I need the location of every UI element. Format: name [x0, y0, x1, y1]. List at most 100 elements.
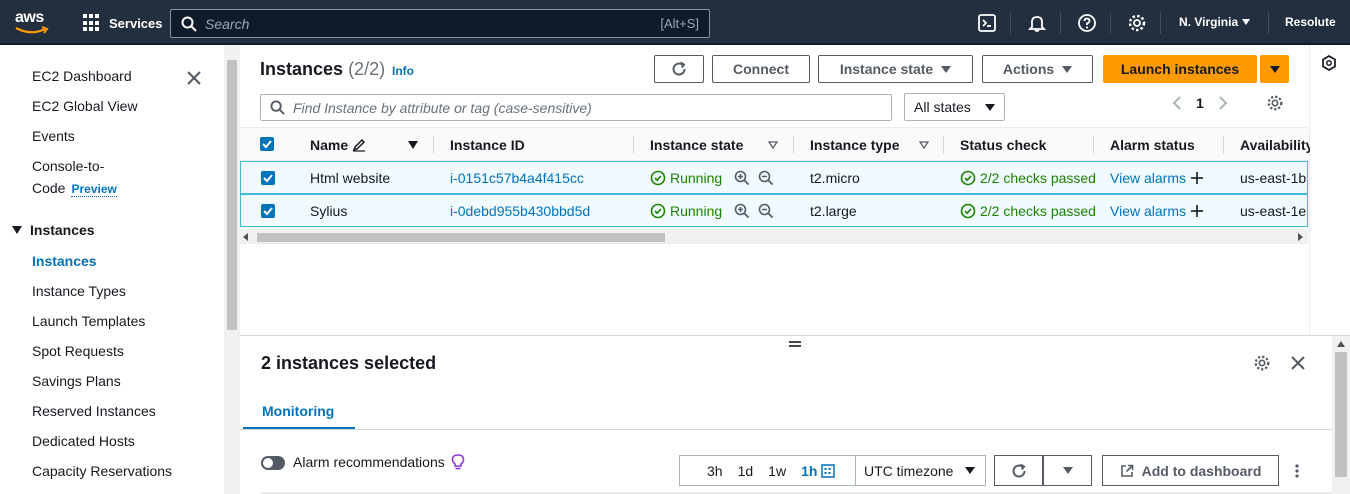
sidebar-item-capacity-reservations[interactable]: Capacity Reservations: [32, 463, 172, 479]
search-input[interactable]: [205, 15, 625, 32]
sidebar-item-ec2-global-view[interactable]: EC2 Global View: [32, 98, 138, 114]
sidebar-item-ec2-dashboard[interactable]: EC2 Dashboard: [32, 68, 132, 84]
chevron-down-icon: [1242, 19, 1251, 25]
cell-status-check: 2/2 checks passed: [960, 203, 1096, 219]
cell-alarm-status: View alarms: [1110, 203, 1204, 219]
column-header-name[interactable]: Name: [310, 137, 366, 153]
caret-down-icon: [1062, 467, 1073, 474]
cell-name: Sylius: [310, 203, 348, 219]
launch-instances-button[interactable]: Launch instances: [1103, 55, 1257, 83]
sidebar-item-reserved-instances[interactable]: Reserved Instances: [32, 403, 156, 419]
split-panel: 2 instances selected Monitoring Alarm re…: [240, 335, 1350, 494]
bell-icon[interactable]: [1027, 13, 1047, 33]
sidebar-item-code[interactable]: Code Preview: [32, 180, 117, 197]
zoom-out-icon[interactable]: [758, 170, 774, 186]
cell-status-check: 2/2 checks passed: [960, 170, 1096, 186]
filter-input[interactable]: [293, 99, 873, 116]
sort-caret-icon[interactable]: [768, 141, 778, 149]
refresh-button[interactable]: [654, 55, 704, 83]
right-rail: [1310, 45, 1350, 335]
sidebar-section-instances[interactable]: Instances: [12, 222, 95, 238]
global-search[interactable]: [Alt+S]: [170, 9, 710, 38]
sort-caret-icon[interactable]: [408, 141, 418, 149]
connect-button[interactable]: Connect: [712, 55, 810, 83]
more-options-icon[interactable]: [1294, 463, 1300, 479]
scroll-left-icon[interactable]: [243, 233, 249, 241]
sidebar-item-dedicated-hosts[interactable]: Dedicated Hosts: [32, 433, 135, 449]
table-row[interactable]: Sylius i-0debd955b430bbd5d Running t2.la…: [240, 194, 1308, 227]
sidebar-scrollbar[interactable]: [224, 45, 240, 494]
hexagon-icon[interactable]: [1321, 55, 1337, 71]
plus-icon[interactable]: [1190, 204, 1204, 218]
info-link[interactable]: Info: [392, 64, 414, 78]
add-to-dashboard-button[interactable]: Add to dashboard: [1102, 455, 1279, 486]
tab-monitoring[interactable]: Monitoring: [243, 394, 355, 430]
gear-icon[interactable]: [1127, 13, 1147, 33]
chevron-left-icon[interactable]: [1172, 95, 1182, 111]
timezone-select[interactable]: UTC timezone: [855, 455, 986, 486]
scroll-up-icon[interactable]: [1337, 341, 1345, 347]
actions-button[interactable]: Actions: [982, 55, 1093, 83]
launch-options-button[interactable]: [1260, 55, 1289, 83]
instance-state-button[interactable]: Instance state: [818, 55, 973, 83]
pagination: 1: [1172, 95, 1228, 111]
row-checkbox[interactable]: [261, 171, 275, 185]
aws-logo[interactable]: aws: [15, 9, 55, 37]
scroll-right-icon[interactable]: [1298, 233, 1304, 241]
column-header-instance-id[interactable]: Instance ID: [450, 137, 525, 153]
sidebar-item-events[interactable]: Events: [32, 128, 75, 144]
range-1h[interactable]: 1h: [801, 463, 817, 479]
drag-handle-icon[interactable]: [789, 340, 801, 348]
table-horizontal-scrollbar[interactable]: [240, 229, 1308, 243]
settings-icon[interactable]: [1266, 94, 1284, 112]
range-3h[interactable]: 3h: [707, 463, 723, 479]
zoom-in-icon[interactable]: [734, 203, 750, 219]
region-selector[interactable]: N. Virginia: [1179, 15, 1251, 29]
zoom-out-icon[interactable]: [758, 203, 774, 219]
row-checkbox[interactable]: [261, 204, 275, 218]
sort-caret-icon[interactable]: [919, 141, 929, 149]
refresh-button[interactable]: [994, 455, 1043, 486]
sidebar-item-instance-types[interactable]: Instance Types: [32, 283, 126, 299]
settings-icon[interactable]: [1253, 354, 1271, 372]
plus-icon[interactable]: [1190, 171, 1204, 185]
sidebar-item-launch-templates[interactable]: Launch Templates: [32, 313, 145, 329]
sidebar-item-instances[interactable]: Instances: [32, 253, 97, 269]
lightbulb-icon[interactable]: [451, 454, 465, 470]
cell-instance-id[interactable]: i-0151c57b4a4f415cc: [450, 170, 584, 186]
view-alarms-link[interactable]: View alarms: [1110, 203, 1186, 219]
sidebar-item-spot-requests[interactable]: Spot Requests: [32, 343, 124, 359]
view-alarms-link[interactable]: View alarms: [1110, 170, 1186, 186]
close-icon[interactable]: [185, 69, 203, 87]
calendar-icon[interactable]: [821, 463, 836, 478]
column-header-instance-type[interactable]: Instance type: [810, 137, 899, 153]
column-header-alarm-status[interactable]: Alarm status: [1110, 137, 1195, 153]
zoom-in-icon[interactable]: [734, 170, 750, 186]
cell-alarm-status: View alarms: [1110, 170, 1204, 186]
services-menu[interactable]: Services: [83, 13, 163, 33]
cell-instance-state: Running: [650, 203, 722, 219]
cloudshell-icon[interactable]: [977, 13, 997, 33]
select-all-checkbox[interactable]: [260, 137, 274, 151]
range-1w[interactable]: 1w: [768, 463, 786, 479]
page-number[interactable]: 1: [1196, 95, 1204, 111]
states-select[interactable]: All states: [904, 93, 1005, 121]
sidebar: EC2 Dashboard EC2 Global View Events Con…: [0, 45, 224, 494]
sidebar-item-console-to-code[interactable]: Console-to-: [32, 158, 104, 174]
cell-instance-id[interactable]: i-0debd955b430bbd5d: [450, 203, 590, 219]
instance-filter[interactable]: [260, 94, 892, 121]
close-icon[interactable]: [1290, 355, 1306, 371]
refresh-options-button[interactable]: [1043, 455, 1092, 486]
column-header-availability[interactable]: Availability: [1240, 137, 1313, 153]
help-icon[interactable]: [1077, 13, 1097, 33]
alarm-recommendations-toggle[interactable]: [261, 456, 285, 470]
chevron-right-icon[interactable]: [1218, 95, 1228, 111]
column-header-status-check[interactable]: Status check: [960, 137, 1046, 153]
column-header-instance-state[interactable]: Instance state: [650, 137, 743, 153]
table-row[interactable]: Html website i-0151c57b4a4f415cc Running…: [240, 161, 1308, 194]
sidebar-item-savings-plans[interactable]: Savings Plans: [32, 373, 121, 389]
range-1d[interactable]: 1d: [738, 463, 754, 479]
account-menu[interactable]: Resolute: [1285, 15, 1336, 29]
table-header: Name Instance ID Instance state Instance…: [240, 127, 1313, 161]
split-panel-scrollbar[interactable]: [1332, 336, 1350, 494]
